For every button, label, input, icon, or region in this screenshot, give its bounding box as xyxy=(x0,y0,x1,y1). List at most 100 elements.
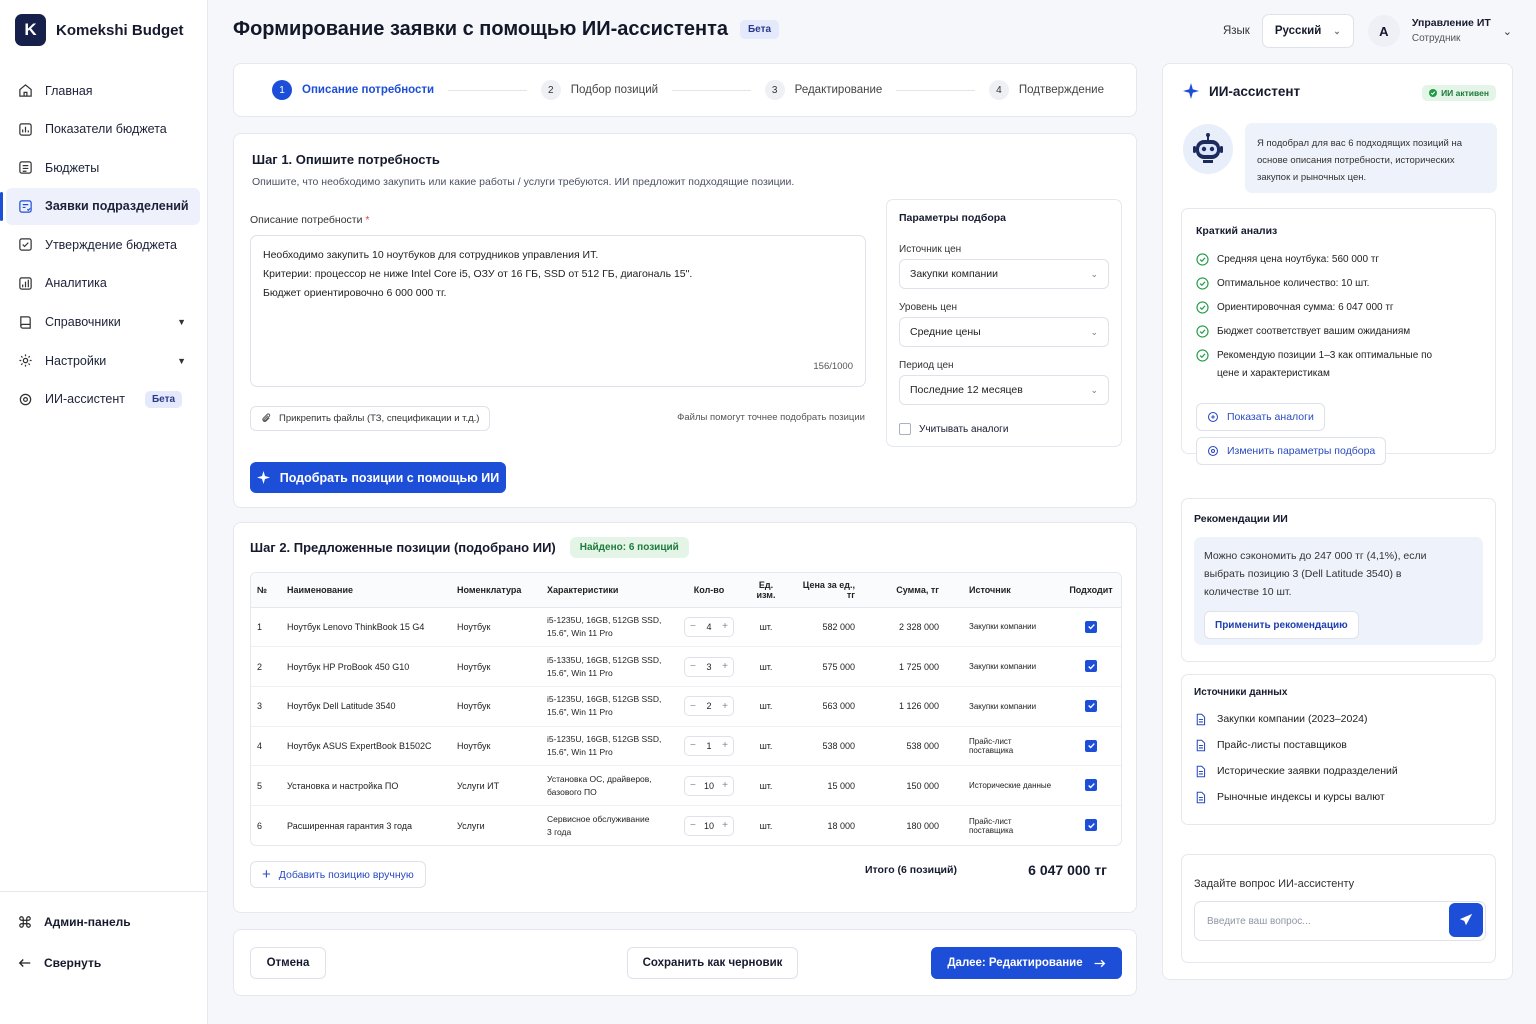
fits-checkbox[interactable] xyxy=(1085,819,1097,832)
source-text: Рыночные индексы и курсы валют xyxy=(1217,791,1385,803)
check-icon xyxy=(1087,663,1095,670)
fits-checkbox[interactable] xyxy=(1085,620,1097,633)
quantity-stepper[interactable]: −10 + xyxy=(684,815,734,836)
cell-name: Ноутбук HP ProBook 450 G10 xyxy=(281,646,451,687)
indicator-icon xyxy=(19,122,32,136)
qty-value: 3 xyxy=(706,661,712,672)
plus-icon[interactable]: + xyxy=(722,820,728,831)
user-name: Управление ИТ xyxy=(1411,17,1491,29)
show-analogs-button[interactable]: Показать аналоги xyxy=(1196,403,1325,431)
check-icon xyxy=(1087,743,1095,749)
price-period-label: Период цен xyxy=(899,360,954,371)
price-period-value: Последние 12 месяцев xyxy=(910,384,1023,396)
cancel-button[interactable]: Отмена xyxy=(250,947,326,979)
sidebar-item-label: Утверждение бюджета xyxy=(45,237,177,252)
minus-icon[interactable]: − xyxy=(690,661,696,672)
change-params-button[interactable]: Изменить параметры подбора xyxy=(1196,437,1387,465)
requests-icon xyxy=(19,200,32,213)
sidebar-item-department-requests[interactable]: Заявки подразделений xyxy=(0,187,200,225)
quantity-stepper[interactable]: −2 + xyxy=(684,696,734,717)
price-level-select[interactable]: Средние цены ⌄ xyxy=(899,317,1109,347)
user-menu[interactable]: Управление ИТ Сотрудник xyxy=(1412,15,1491,47)
minus-icon[interactable]: − xyxy=(690,780,696,791)
apply-recommendation-button[interactable]: Применить рекомендацию xyxy=(1204,611,1359,639)
sidebar-item-analytics[interactable]: Аналитика xyxy=(6,265,200,302)
quantity-stepper[interactable]: −10 + xyxy=(684,775,734,796)
cell-source: Прайс-лист поставщика xyxy=(945,726,1059,767)
check-icon xyxy=(1087,782,1095,789)
fits-checkbox[interactable] xyxy=(1085,779,1097,792)
cell-name: Ноутбук Dell Latitude 3540 xyxy=(281,686,451,727)
quantity-stepper[interactable]: −4 + xyxy=(684,616,734,637)
add-position-button[interactable]: + Добавить позицию вручную xyxy=(250,861,426,888)
plus-icon[interactable]: + xyxy=(722,740,728,751)
plus-icon[interactable]: + xyxy=(722,701,728,712)
minus-icon[interactable]: − xyxy=(690,820,696,831)
step-label: Подбор позиций xyxy=(570,84,659,96)
ai-status-badge: ИИ активен xyxy=(1422,85,1496,101)
sidebar-item-label: ИИ-ассистент xyxy=(45,392,125,407)
sparkle-icon xyxy=(1183,83,1199,99)
source-item: Рыночные индексы и курсы валют xyxy=(1194,784,1483,810)
change-params-label: Изменить параметры подбора xyxy=(1227,445,1376,457)
step2-title: Шаг 2. Предложенные позиции (подобрано И… xyxy=(250,540,556,555)
paperclip-icon xyxy=(262,413,271,422)
cell-nomenclature: Ноутбук xyxy=(451,726,541,767)
fits-checkbox[interactable] xyxy=(1085,739,1097,752)
spec-line: i5-1235U, 16GB, 512GB SSD, xyxy=(547,733,662,744)
price-source-label: Источник цен xyxy=(899,244,962,255)
step-3[interactable]: 3 Редактирование xyxy=(764,80,882,100)
sidebar-item-settings[interactable]: Настройки ▼ xyxy=(6,342,200,379)
app-logo[interactable]: K Komekshi Budget xyxy=(15,14,184,46)
save-draft-button[interactable]: Сохранить как черновик xyxy=(627,947,798,979)
check-icon xyxy=(1087,822,1095,829)
attach-files-button[interactable]: Прикрепить файлы (ТЗ, спецификации и т.д… xyxy=(250,406,491,431)
chevron-down-icon[interactable]: ⌄ xyxy=(1503,25,1512,38)
check-circle-icon xyxy=(1429,89,1438,97)
spec-line: 15.6", Win 11 Pro xyxy=(547,746,613,757)
spec-line: 3 года xyxy=(547,826,572,837)
collapse-button[interactable]: Свернуть xyxy=(0,943,208,983)
check-circle-icon xyxy=(1196,349,1209,362)
step-1[interactable]: 1 Описание потребности xyxy=(272,80,434,100)
step-2[interactable]: 2 Подбор позиций xyxy=(540,80,659,100)
minus-icon[interactable]: − xyxy=(690,740,696,751)
avatar[interactable]: А xyxy=(1367,15,1400,47)
sidebar-item-budget-approval[interactable]: Утверждение бюджета xyxy=(6,226,200,263)
sidebar-item-references[interactable]: Справочники ▼ xyxy=(6,304,200,341)
next-button[interactable]: Далее: Редактирование xyxy=(931,947,1122,979)
cell-fits xyxy=(1059,607,1121,648)
admin-panel-link[interactable]: Админ-панель xyxy=(0,902,208,942)
step1-subtitle: Опишите, что необходимо закупить или как… xyxy=(252,176,795,188)
sidebar-item-home[interactable]: Главная xyxy=(6,72,200,109)
language-select[interactable]: Русский ⌄ xyxy=(1261,14,1354,48)
analogs-checkbox[interactable]: Учитывать аналоги xyxy=(899,423,1109,435)
cell-specs: i5-1235U, 16GB, 512GB SSD, 15.6", Win 11 … xyxy=(541,686,675,727)
sidebar-item-budget-indicators[interactable]: Показатели бюджета xyxy=(6,111,200,148)
price-source-select[interactable]: Закупки компании ⌄ xyxy=(899,259,1109,289)
sidebar-item-ai-assistant[interactable]: ИИ-ассистент Бета xyxy=(6,381,200,418)
cell-fits xyxy=(1059,646,1121,687)
minus-icon[interactable]: − xyxy=(690,621,696,632)
reco-title: Рекомендации ИИ xyxy=(1194,513,1288,525)
plus-icon[interactable]: + xyxy=(722,780,728,791)
fits-checkbox[interactable] xyxy=(1085,699,1097,712)
minus-icon[interactable]: − xyxy=(690,701,696,712)
sidebar-item-budgets[interactable]: Бюджеты xyxy=(6,149,200,186)
plus-icon[interactable]: + xyxy=(722,621,728,632)
col-sum: Сумма, тг xyxy=(861,573,945,608)
quantity-stepper[interactable]: −3 + xyxy=(684,656,734,677)
plus-icon[interactable]: + xyxy=(722,661,728,672)
description-textarea[interactable]: Необходимо закупить 10 ноутбуков для сот… xyxy=(250,235,866,387)
qty-value: 4 xyxy=(706,621,712,632)
shield-doc-icon xyxy=(1196,765,1206,777)
ask-input[interactable]: Введите ваш вопрос... xyxy=(1194,901,1486,941)
fits-checkbox[interactable] xyxy=(1085,660,1097,673)
step-4[interactable]: 4 Подтверждение xyxy=(988,80,1104,100)
price-period-select[interactable]: Последние 12 месяцев ⌄ xyxy=(899,375,1109,405)
ai-match-button[interactable]: Подобрать позиции с помощью ИИ xyxy=(250,462,506,493)
chevron-down-icon: ⌄ xyxy=(1333,25,1341,36)
send-button[interactable] xyxy=(1449,903,1483,937)
quantity-stepper[interactable]: −1 + xyxy=(684,735,734,756)
cell-unit: шт. xyxy=(743,765,789,806)
